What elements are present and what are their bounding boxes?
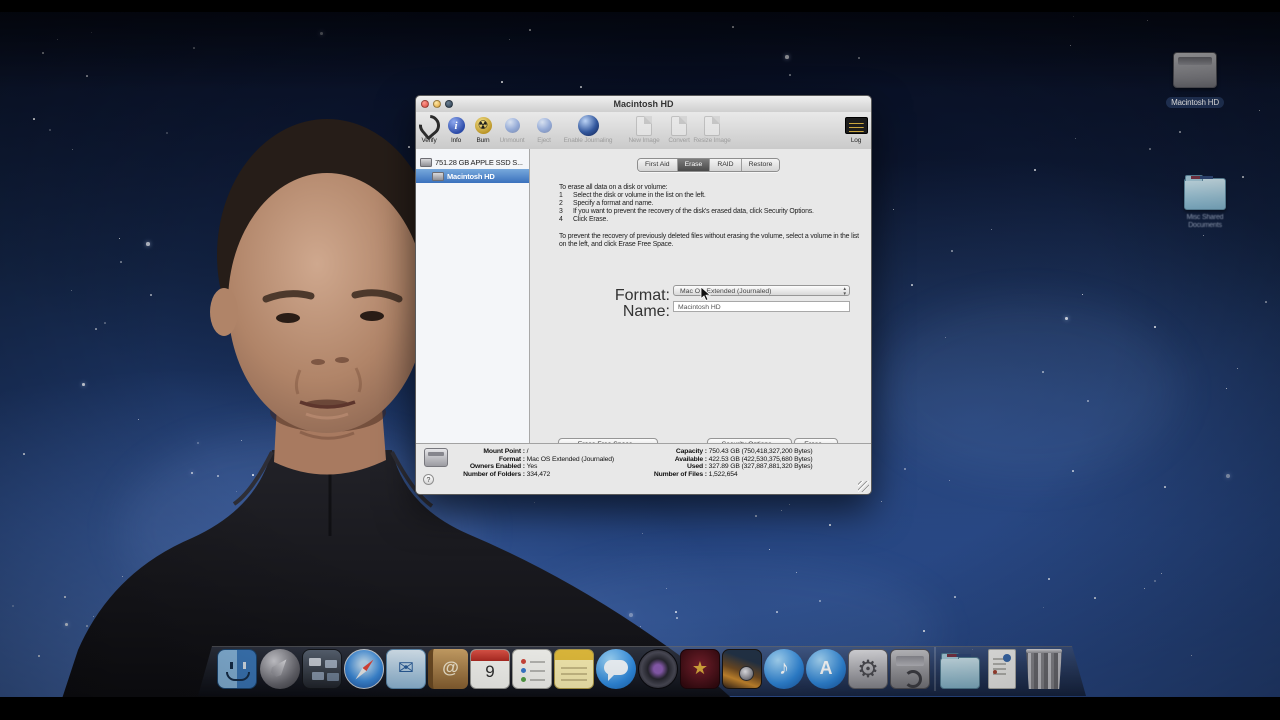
tab-raid[interactable]: RAID (710, 159, 741, 171)
dock-messages-icon[interactable] (596, 649, 636, 689)
dock-downloads-folder-icon[interactable] (940, 649, 980, 689)
info-column-right: Capacity750.43 GB (750,418,327,200 Bytes… (629, 448, 812, 478)
dock-divider (934, 647, 936, 691)
dock-imovie-icon[interactable] (680, 649, 720, 689)
dock-calendar-icon[interactable]: 9 (470, 649, 510, 689)
volume-icon (432, 172, 444, 181)
disk-icon (420, 158, 432, 167)
tab-erase[interactable]: Erase (678, 159, 711, 171)
calendar-date: 9 (471, 662, 509, 682)
desktop-icon-label: Macintosh HD (1166, 97, 1224, 108)
dock-mission-control-icon[interactable] (302, 649, 342, 689)
dock-iphoto-icon[interactable] (722, 649, 762, 689)
sidebar-item-disk[interactable]: 751.28 GB APPLE SSD S... (416, 155, 529, 169)
video-frame: Macintosh HD Misc Shared Documents Macin… (0, 0, 1280, 720)
presenter-face (228, 173, 426, 433)
desktop-folder-label: Misc Shared Documents (1172, 214, 1238, 230)
blue-sphere-icon (537, 118, 552, 133)
device-sidebar: 751.28 GB APPLE SSD S... Macintosh HD (416, 149, 530, 444)
toolbar: Verify i Info ☢ Burn Unmount Eject Enabl… (416, 112, 871, 150)
window-title: Macintosh HD (416, 99, 871, 109)
calendar-band (471, 650, 509, 661)
dock-finder-icon[interactable] (217, 649, 257, 689)
toolbar-log-button[interactable]: Log (826, 114, 886, 144)
tab-bar: First Aid Erase RAID Restore (637, 158, 780, 172)
volume-info-bar: ? Mount Point/ FormatMac OS Extended (Jo… (416, 443, 871, 494)
dock-trash-icon[interactable] (1024, 649, 1064, 689)
window-resize-grip[interactable] (858, 481, 869, 492)
dock-safari-icon[interactable] (344, 649, 384, 689)
dock-app-store-icon[interactable] (806, 649, 846, 689)
hard-drive-icon (1173, 52, 1217, 88)
info-column-left: Mount Point/ FormatMac OS Extended (Jour… (429, 448, 614, 478)
letterbox-bottom (0, 697, 1280, 720)
erase-note: To prevent the recovery of previously de… (559, 233, 859, 249)
document-icon (704, 116, 720, 136)
toolbar-enable-journaling-button: Enable Journaling (553, 114, 623, 144)
disk-utility-window: Macintosh HD Verify i Info ☢ Burn Unmoun… (415, 95, 872, 495)
dock-itunes-icon[interactable] (764, 649, 804, 689)
desktop-icon-folder[interactable]: Misc Shared Documents (1172, 178, 1238, 230)
dock-contacts-icon[interactable] (428, 649, 468, 689)
toolbar-resize-image-button: Resize Image (682, 114, 742, 144)
dock-disk-utility-icon[interactable] (890, 649, 930, 689)
tab-restore[interactable]: Restore (742, 159, 780, 171)
dock-notes-icon[interactable] (554, 649, 594, 689)
dock: 9 (198, 646, 1086, 696)
dock-photo-booth-icon[interactable] (638, 649, 678, 689)
window-titlebar[interactable]: Macintosh HD (416, 96, 871, 113)
dock-documents-icon[interactable] (982, 649, 1022, 689)
journal-sphere-icon (578, 115, 599, 136)
mouse-cursor (700, 286, 712, 302)
log-icon (845, 117, 868, 134)
dock-mail-icon[interactable] (386, 649, 426, 689)
folder-icon (1184, 178, 1226, 210)
sidebar-item-macintosh-hd[interactable]: Macintosh HD (416, 169, 529, 183)
erase-instructions: To erase all data on a disk or volume: 1… (559, 184, 859, 249)
name-input[interactable]: Macintosh HD (673, 301, 850, 312)
name-label: Name: (610, 303, 670, 321)
dock-reminders-icon[interactable] (512, 649, 552, 689)
desktop-icon-macintosh-hd[interactable]: Macintosh HD (1160, 52, 1230, 110)
letterbox-top (0, 0, 1280, 12)
popup-stepper-icon: ▲▼ (843, 287, 847, 296)
tab-first-aid[interactable]: First Aid (638, 159, 678, 171)
dock-system-preferences-icon[interactable] (848, 649, 888, 689)
dock-launchpad-icon[interactable] (260, 649, 300, 689)
